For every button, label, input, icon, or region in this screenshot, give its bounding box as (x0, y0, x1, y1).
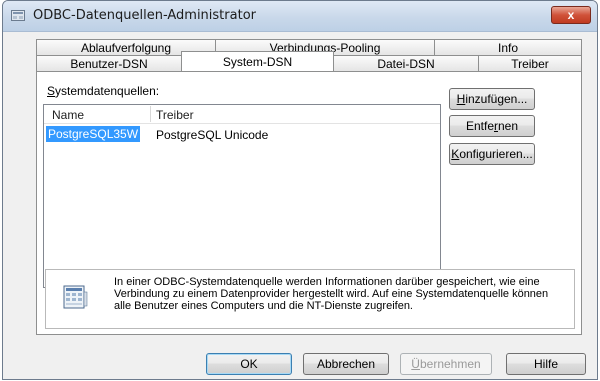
apply-button[interactable]: Übernehmen (400, 353, 492, 375)
cancel-button[interactable]: Abbrechen (303, 353, 389, 375)
system-dsn-panel: Systemdatenquellen: Name Treiber Postgre… (36, 71, 582, 335)
list-item[interactable]: PostgreSQL35W PostgreSQL Unicode (44, 125, 440, 143)
remove-label-rest: nen (498, 119, 519, 133)
tab-info[interactable]: Info (434, 39, 582, 55)
remove-button[interactable]: Entfe r nen (449, 115, 535, 137)
systemdatenquellen-label: Systemdatenquellen: (47, 84, 159, 98)
column-header-name[interactable]: Name (52, 108, 84, 122)
info-box: In einer ODBC-Systemdatenquelle werden I… (45, 269, 575, 329)
tab-row-front: Benutzer-DSN System-DSN Datei-DSN Treibe… (36, 51, 582, 71)
odbc-admin-window: ODBC-Datenquellen-Administrator x Ablauf… (2, 0, 598, 380)
close-button[interactable]: x (551, 6, 591, 24)
tab-treiber[interactable]: Treiber (478, 55, 582, 71)
close-icon: x (567, 8, 575, 22)
list-item-name[interactable]: PostgreSQL35W (46, 126, 141, 142)
ok-button[interactable]: OK (206, 353, 292, 375)
apply-label: bernehmen (419, 357, 481, 371)
configure-label: onfigurieren... (459, 147, 533, 161)
column-divider[interactable] (150, 106, 151, 122)
apply-accesskey: Ü (411, 357, 420, 371)
add-accesskey: H (456, 92, 466, 106)
group-label-text: ystemdatenquellen: (55, 84, 160, 98)
column-header-treiber[interactable]: Treiber (156, 108, 194, 122)
database-icon (63, 285, 88, 309)
data-source-list[interactable]: Name Treiber PostgreSQL35W PostgreSQL Un… (43, 104, 441, 288)
tab-datei-dsn[interactable]: Datei-DSN (333, 55, 479, 71)
configure-button[interactable]: Konfigurieren... (449, 143, 535, 165)
list-item-driver[interactable]: PostgreSQL Unicode (156, 128, 268, 142)
remove-label-pre: Entfe (465, 119, 494, 133)
window-title: ODBC-Datenquellen-Administrator (33, 8, 256, 23)
odbc-app-icon (11, 10, 25, 21)
add-label: inzufügen... (465, 92, 528, 106)
title-bar[interactable]: ODBC-Datenquellen-Administrator x (3, 1, 597, 32)
add-button[interactable]: Hinzufügen... (449, 88, 535, 110)
tab-benutzer-dsn[interactable]: Benutzer-DSN (36, 55, 182, 71)
tab-system-dsn[interactable]: System-DSN (181, 51, 334, 71)
info-text: In einer ODBC-Systemdatenquelle werden I… (114, 276, 549, 312)
list-header: Name Treiber (44, 105, 440, 124)
configure-accesskey: K (451, 147, 460, 161)
group-label-accesskey: S (47, 84, 56, 98)
help-button[interactable]: Hilfe (506, 353, 586, 375)
